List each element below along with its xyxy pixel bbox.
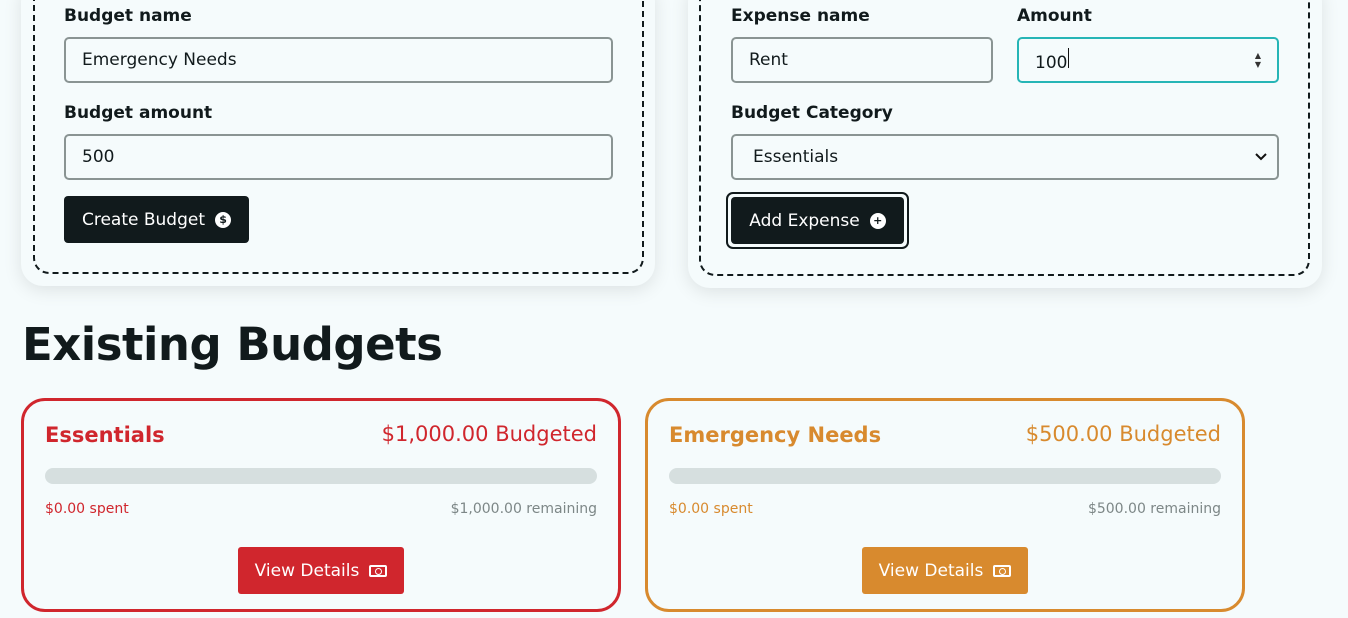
plus-circle-icon: + bbox=[869, 212, 886, 229]
budget-spent: $0.00 spent bbox=[669, 501, 753, 517]
budget-spent: $0.00 spent bbox=[45, 501, 129, 517]
budget-name-input[interactable]: Emergency Needs bbox=[64, 37, 613, 83]
spinner-down-icon[interactable]: ▼ bbox=[1255, 60, 1261, 69]
budget-progress-bar bbox=[45, 468, 597, 484]
expense-amount-value: 100 bbox=[1035, 52, 1068, 73]
expense-name-value: Rent bbox=[749, 50, 788, 70]
cash-icon bbox=[369, 564, 388, 577]
text-caret bbox=[1068, 47, 1070, 68]
budget-name-label: Budget name bbox=[64, 6, 192, 26]
budget-remaining: $500.00 remaining bbox=[1087, 501, 1221, 517]
view-details-button[interactable]: View Details bbox=[862, 547, 1028, 594]
budget-name-value: Emergency Needs bbox=[82, 50, 237, 70]
budget-progress-bar bbox=[669, 468, 1221, 484]
budget-amount-label: Budget amount bbox=[64, 103, 213, 123]
number-spinner[interactable]: ▲ ▼ bbox=[1255, 51, 1261, 69]
expense-name-label: Expense name bbox=[731, 6, 870, 26]
budget-card-essentials: Essentials $1,000.00 Budgeted $0.00 spen… bbox=[21, 398, 621, 612]
expense-name-input[interactable]: Rent bbox=[731, 37, 993, 83]
spinner-up-icon[interactable]: ▲ bbox=[1255, 51, 1261, 60]
dollar-circle-icon: $ bbox=[215, 211, 232, 228]
budget-category-select[interactable]: Essentials bbox=[731, 134, 1279, 180]
budget-name: Essentials bbox=[45, 423, 165, 447]
chevron-down-icon bbox=[1255, 153, 1267, 161]
create-budget-button-label: Create Budget bbox=[81, 209, 206, 230]
budget-category-label: Budget Category bbox=[731, 103, 893, 123]
add-expense-button-label: Add Expense bbox=[749, 210, 860, 231]
view-details-label: View Details bbox=[878, 560, 984, 581]
budget-amount-value: 500 bbox=[82, 147, 115, 167]
expense-amount-label: Amount bbox=[1017, 6, 1092, 26]
view-details-button[interactable]: View Details bbox=[238, 547, 404, 594]
create-budget-button[interactable]: Create Budget $ bbox=[64, 196, 249, 243]
page-section-title: Existing Budgets bbox=[22, 318, 443, 371]
add-expense-button[interactable]: Add Expense + bbox=[731, 197, 904, 244]
expense-amount-input[interactable]: 100 ▲ ▼ bbox=[1017, 37, 1279, 83]
budget-category-value: Essentials bbox=[753, 147, 839, 167]
view-details-label: View Details bbox=[254, 560, 360, 581]
budget-amount-input[interactable]: 500 bbox=[64, 134, 613, 180]
cash-icon bbox=[993, 564, 1012, 577]
budget-card-emergency-needs: Emergency Needs $500.00 Budgeted $0.00 s… bbox=[645, 398, 1245, 612]
budget-name: Emergency Needs bbox=[669, 423, 882, 447]
budget-remaining: $1,000.00 remaining bbox=[450, 501, 597, 517]
budget-amount: $1,000.00 Budgeted bbox=[381, 422, 597, 446]
budget-amount: $500.00 Budgeted bbox=[1025, 422, 1221, 446]
